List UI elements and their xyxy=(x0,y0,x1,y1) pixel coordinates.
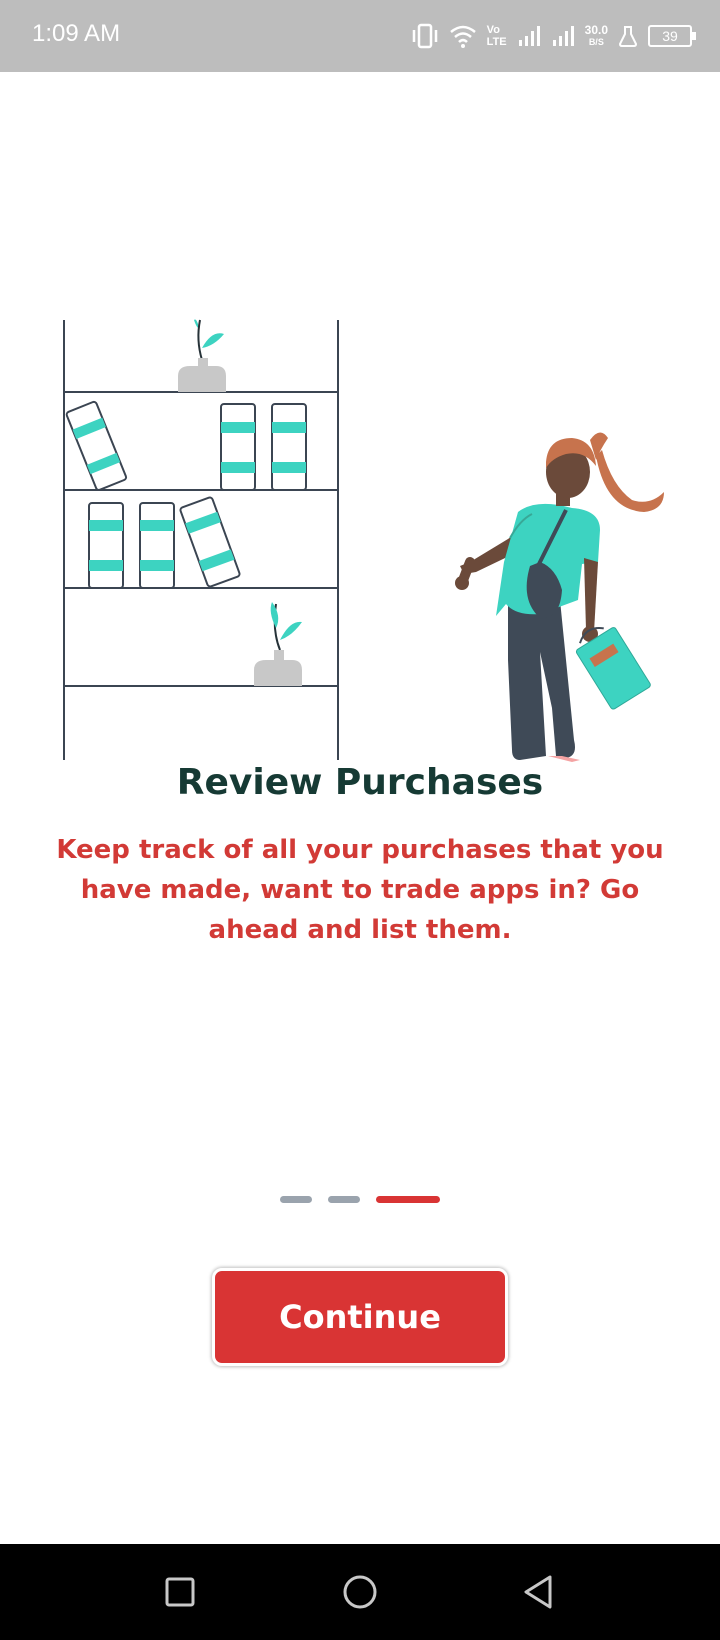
flask-icon xyxy=(618,26,638,47)
status-time: 1:09 AM xyxy=(32,20,121,47)
page-description: Keep track of all your purchases that yo… xyxy=(56,835,664,945)
page-indicator xyxy=(0,1196,720,1203)
plant-vase-icon-2 xyxy=(254,602,302,686)
books-shelf-2 xyxy=(88,496,241,589)
page-dot-2[interactable] xyxy=(328,1196,360,1203)
page-title: Review Purchases xyxy=(176,762,544,803)
signal-icon-1 xyxy=(518,26,540,46)
back-button[interactable] xyxy=(514,1568,562,1616)
recent-apps-button[interactable] xyxy=(156,1568,204,1616)
volte-bottom: LTE xyxy=(486,36,507,48)
circle-icon xyxy=(343,1575,377,1609)
triangle-back-icon xyxy=(524,1575,552,1609)
status-icons: Vo LTE 30.0 B/S 39 xyxy=(411,18,696,54)
navigation-bar xyxy=(0,1544,720,1640)
plant-vase-icon xyxy=(178,319,226,392)
signal-icon-2 xyxy=(552,26,574,46)
wifi-icon xyxy=(449,25,476,48)
net-speed: 30.0 B/S xyxy=(585,24,608,48)
status-bar: 1:09 AM Vo LTE 30.0 B/S 39 xyxy=(0,0,720,72)
vibrate-icon xyxy=(412,23,437,49)
battery-icon: 39 xyxy=(648,25,696,47)
volte-top: Vo xyxy=(486,24,500,36)
onboarding-illustration xyxy=(63,319,664,762)
net-speed-value: 30.0 xyxy=(584,23,608,37)
page-dot-3-active[interactable] xyxy=(376,1196,440,1203)
square-icon xyxy=(165,1577,195,1607)
books-shelf-1 xyxy=(65,400,307,491)
net-speed-unit: B/S xyxy=(588,37,604,47)
continue-button[interactable]: Continue xyxy=(212,1268,508,1366)
page-dot-1[interactable] xyxy=(280,1196,312,1203)
home-button[interactable] xyxy=(336,1568,384,1616)
woman-figure-illustration xyxy=(455,432,664,762)
volte-icon: Vo LTE xyxy=(487,24,507,48)
